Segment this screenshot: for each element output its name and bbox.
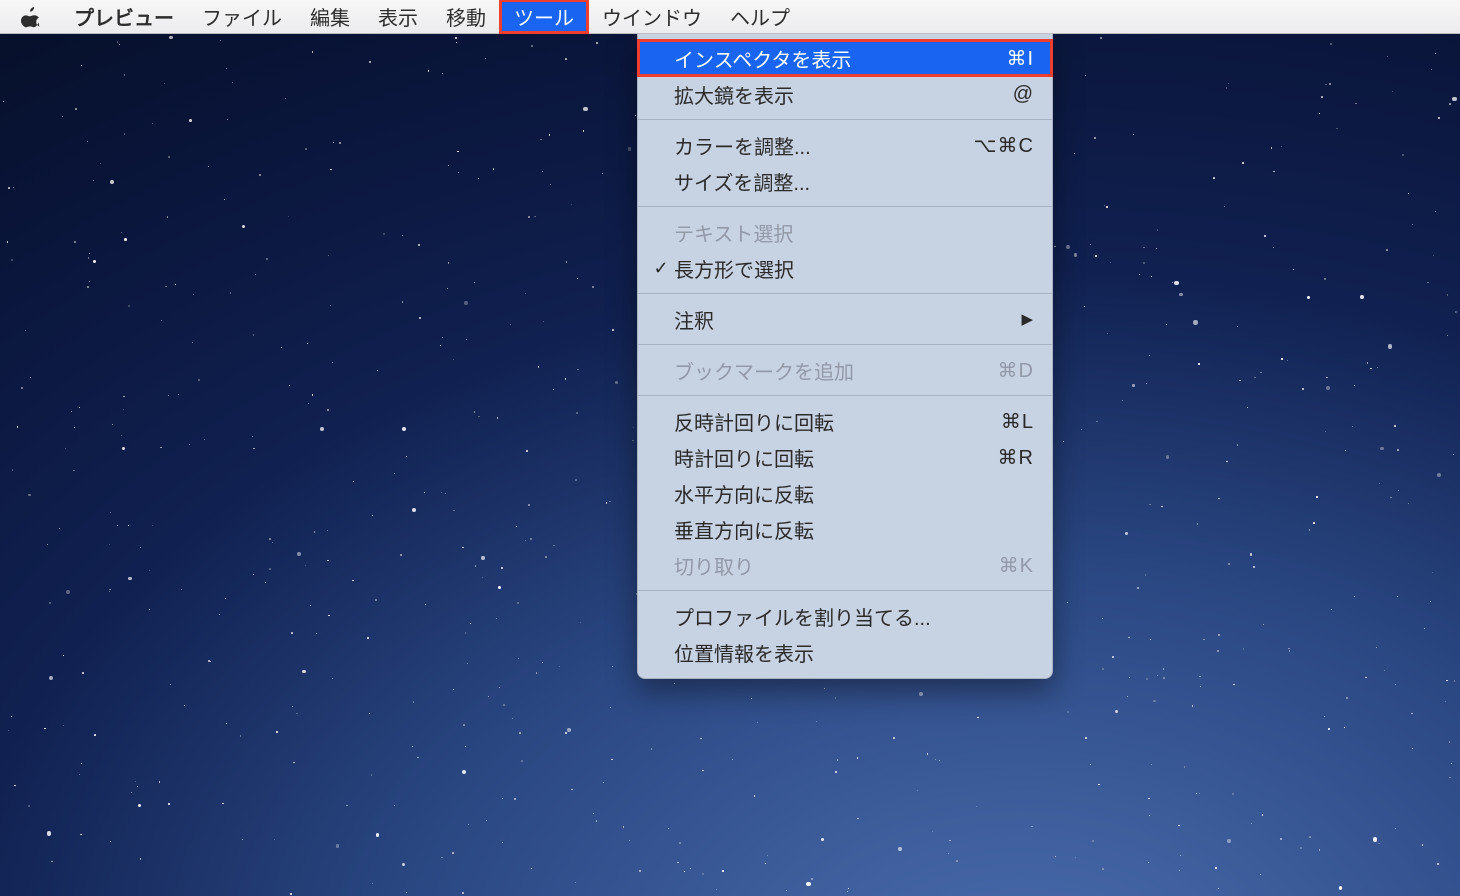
menu-item[interactable]: サイズを調整... bbox=[638, 163, 1052, 199]
menubar-item-3[interactable]: 表示 bbox=[364, 0, 432, 33]
menu-item-label: 拡大鏡を表示 bbox=[674, 80, 1003, 109]
menu-item-shortcut: @ bbox=[1003, 83, 1034, 106]
menubar-item-label: 移動 bbox=[446, 2, 486, 31]
menu-item[interactable]: 反時計回りに回転⌘L bbox=[638, 403, 1052, 439]
menu-item: テキスト選択 bbox=[638, 214, 1052, 250]
menu-item[interactable]: 拡大鏡を表示@ bbox=[638, 76, 1052, 112]
menubar-item-6[interactable]: ウインドウ bbox=[588, 0, 716, 33]
menu-item-label: プロファイルを割り当てる... bbox=[674, 602, 1024, 631]
menu-separator bbox=[638, 293, 1052, 294]
menubar-item-1[interactable]: ファイル bbox=[188, 0, 296, 33]
menu-item-label: サイズを調整... bbox=[674, 167, 1024, 196]
menu-separator bbox=[638, 344, 1052, 345]
menu-item[interactable]: プロファイルを割り当てる... bbox=[638, 598, 1052, 634]
menu-item-shortcut: ⌘I bbox=[996, 46, 1034, 71]
menu-item[interactable]: 注釈▶ bbox=[638, 301, 1052, 337]
tools-dropdown-menu: インスペクタを表示⌘I拡大鏡を表示@カラーを調整...⌥⌘Cサイズを調整...テ… bbox=[637, 34, 1053, 679]
menu-separator bbox=[638, 206, 1052, 207]
menu-item[interactable]: 水平方向に反転 bbox=[638, 475, 1052, 511]
menu-item-label: 切り取り bbox=[674, 551, 989, 580]
menu-item-label: 垂直方向に反転 bbox=[674, 515, 1024, 544]
menu-item-label: 反時計回りに回転 bbox=[674, 407, 991, 436]
menu-item[interactable]: カラーを調整...⌥⌘C bbox=[638, 127, 1052, 163]
menubar-item-7[interactable]: ヘルプ bbox=[716, 0, 804, 33]
menu-item[interactable]: ✓長方形で選択 bbox=[638, 250, 1052, 286]
apple-logo-icon[interactable] bbox=[20, 6, 42, 28]
menu-item-label: 水平方向に反転 bbox=[674, 479, 1024, 508]
menubar-item-0[interactable]: プレビュー bbox=[60, 0, 188, 33]
menu-item: 切り取り⌘K bbox=[638, 547, 1052, 583]
menu-item-label: 時計回りに回転 bbox=[674, 443, 988, 472]
menu-separator bbox=[638, 395, 1052, 396]
menu-item-shortcut: ⌘R bbox=[988, 445, 1034, 470]
menu-item-label: カラーを調整... bbox=[674, 131, 964, 160]
menu-item-label: インスペクタを表示 bbox=[674, 44, 996, 73]
menubar-item-2[interactable]: 編集 bbox=[296, 0, 364, 33]
menu-item-label: ブックマークを追加 bbox=[674, 356, 988, 385]
menubar-item-label: 編集 bbox=[310, 2, 350, 31]
menubar-item-5[interactable]: ツール bbox=[500, 0, 588, 33]
menu-item: ブックマークを追加⌘D bbox=[638, 352, 1052, 388]
menu-item-label: テキスト選択 bbox=[674, 218, 1024, 247]
menu-item-shortcut: ⌘D bbox=[988, 358, 1034, 383]
menu-item-label: 長方形で選択 bbox=[674, 254, 1024, 283]
menu-item-label: 位置情報を表示 bbox=[674, 638, 1024, 667]
menubar-item-label: ヘルプ bbox=[730, 2, 790, 31]
menu-item-shortcut: ⌘K bbox=[989, 553, 1034, 578]
system-menubar: プレビューファイル編集表示移動ツールウインドウヘルプ bbox=[0, 0, 1460, 34]
menu-item[interactable]: 垂直方向に反転 bbox=[638, 511, 1052, 547]
menu-item[interactable]: 時計回りに回転⌘R bbox=[638, 439, 1052, 475]
menubar-item-4[interactable]: 移動 bbox=[432, 0, 500, 33]
menu-item[interactable]: インスペクタを表示⌘I bbox=[638, 40, 1052, 76]
menubar-item-label: ファイル bbox=[202, 2, 282, 31]
submenu-arrow-icon: ▶ bbox=[1011, 310, 1034, 328]
menu-item-label: 注釈 bbox=[674, 305, 1011, 334]
menu-separator bbox=[638, 590, 1052, 591]
menu-item-shortcut: ⌘L bbox=[991, 409, 1034, 434]
menubar-item-label: 表示 bbox=[378, 2, 418, 31]
menu-item[interactable]: 位置情報を表示 bbox=[638, 634, 1052, 670]
menu-item-shortcut: ⌥⌘C bbox=[964, 133, 1035, 158]
menubar-item-label: プレビュー bbox=[74, 2, 174, 31]
checkmark-icon: ✓ bbox=[648, 258, 674, 279]
menu-separator bbox=[638, 119, 1052, 120]
menubar-item-label: ウインドウ bbox=[602, 2, 702, 31]
menubar-item-label: ツール bbox=[514, 2, 574, 31]
